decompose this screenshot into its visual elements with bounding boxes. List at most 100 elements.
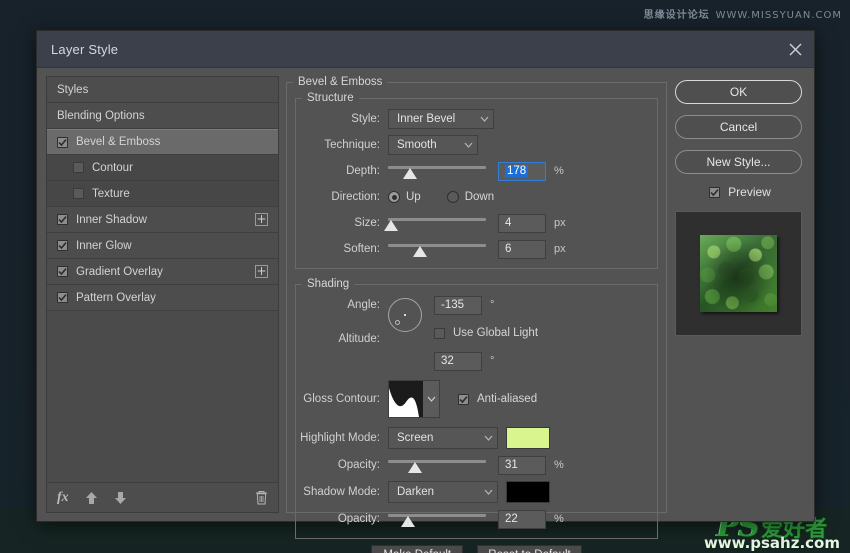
checkbox-contour[interactable]	[73, 162, 84, 173]
shadow-opacity-input[interactable]: 22	[498, 509, 546, 529]
make-default-button[interactable]: Make Default	[371, 545, 464, 553]
shadow-color-swatch[interactable]	[506, 481, 550, 503]
checkbox-gradient-overlay[interactable]	[57, 266, 68, 277]
shadow-opacity-slider[interactable]	[388, 510, 486, 529]
use-global-light-option[interactable]: Use Global Light	[434, 327, 538, 339]
sidebar-item-inner-shadow[interactable]: Inner Shadow +	[47, 207, 278, 233]
direction-up-label: Up	[406, 191, 421, 203]
sidebar-item-label: Inner Glow	[76, 239, 132, 252]
direction-label: Direction:	[331, 191, 380, 203]
arrow-up-icon[interactable]	[85, 491, 98, 505]
soften-slider-thumb[interactable]	[413, 245, 428, 257]
checkbox-texture[interactable]	[73, 188, 84, 199]
depth-slider[interactable]	[388, 162, 486, 181]
checkbox-anti-aliased[interactable]	[458, 393, 469, 405]
checkbox-use-global-light[interactable]	[434, 327, 445, 339]
watermark-top: 思缘设计论坛 WWW.MISSYUAN.COM	[644, 6, 842, 21]
gloss-contour-picker[interactable]	[388, 380, 440, 418]
checkbox-inner-shadow[interactable]	[57, 214, 68, 225]
close-icon[interactable]	[784, 38, 806, 60]
sidebar-item-pattern-overlay[interactable]: Pattern Overlay	[47, 285, 278, 311]
direction-down-option[interactable]: Down	[446, 191, 520, 203]
watermark-ps-url: www.psahz.com	[703, 534, 840, 552]
depth-input[interactable]: 178	[498, 161, 546, 181]
highlight-opacity-value: 31	[505, 459, 518, 471]
direction-row: Direction: Up Down	[296, 186, 647, 208]
chevron-down-icon	[474, 435, 493, 441]
technique-dropdown[interactable]: Smooth	[388, 135, 478, 155]
depth-unit: %	[554, 165, 564, 177]
sidebar-item-blending-options[interactable]: Blending Options	[47, 103, 278, 129]
angle-input[interactable]: -135	[434, 295, 482, 315]
highlight-opacity-thumb[interactable]	[408, 461, 423, 473]
size-input[interactable]: 4	[498, 213, 546, 233]
layer-style-dialog: Layer Style Styles Blending Options Beve…	[36, 30, 815, 553]
checkbox-inner-glow[interactable]	[57, 240, 68, 251]
angle-dial-marker[interactable]	[395, 320, 400, 325]
angle-label: Angle:	[347, 299, 380, 311]
size-slider[interactable]	[383, 214, 486, 233]
watermark-top-url: WWW.MISSYUAN.COM	[715, 10, 842, 21]
use-global-light-label: Use Global Light	[453, 327, 539, 339]
fx-icon[interactable]: fx	[57, 490, 69, 506]
sidebar-item-styles[interactable]: Styles	[47, 77, 278, 103]
dialog-titlebar: Layer Style	[37, 31, 814, 68]
add-inner-shadow-icon[interactable]: +	[255, 213, 268, 226]
structure-group: Structure Style: Inner Bevel Technique: …	[295, 92, 658, 269]
depth-label: Depth:	[346, 165, 380, 177]
bevel-emboss-group: Bevel & Emboss Structure Style: Inner Be…	[286, 76, 667, 553]
chevron-down-icon[interactable]	[423, 381, 439, 417]
soften-unit: px	[554, 243, 566, 255]
trash-icon[interactable]	[255, 490, 268, 505]
preview-label: Preview	[728, 185, 771, 199]
new-style-button[interactable]: New Style...	[675, 150, 802, 174]
reset-to-default-button[interactable]: Reset to Default	[477, 545, 582, 553]
sidebar-item-gradient-overlay[interactable]: Gradient Overlay +	[47, 259, 278, 285]
altitude-input[interactable]: 32	[434, 351, 482, 371]
direction-down-label: Down	[464, 191, 495, 203]
shadow-opacity-label: Opacity:	[337, 513, 380, 525]
shadow-opacity-value: 22	[505, 513, 518, 525]
shadow-mode-dropdown[interactable]: Darken	[388, 481, 498, 503]
technique-label: Technique:	[324, 139, 380, 151]
cancel-button[interactable]: Cancel	[675, 115, 802, 139]
preview-option[interactable]: Preview	[675, 185, 805, 199]
shadow-opacity-thumb[interactable]	[400, 515, 415, 527]
soften-slider[interactable]	[388, 240, 486, 259]
checkbox-bevel-emboss[interactable]	[57, 136, 68, 148]
radio-down[interactable]	[446, 191, 459, 203]
structure-group-title: Structure	[307, 92, 354, 104]
sidebar-item-texture[interactable]: Texture	[47, 181, 278, 207]
technique-row: Technique: Smooth	[296, 134, 647, 156]
highlight-mode-value: Screen	[397, 432, 434, 444]
sidebar-item-contour[interactable]: Contour	[47, 155, 278, 181]
direction-up-option[interactable]: Up	[388, 191, 447, 203]
size-slider-thumb[interactable]	[383, 219, 398, 231]
preview-leaf-shading	[700, 235, 777, 312]
highlight-mode-label: Highlight Mode:	[300, 432, 380, 444]
radio-up[interactable]	[388, 191, 400, 203]
highlight-opacity-slider[interactable]	[388, 456, 486, 475]
highlight-mode-dropdown[interactable]: Screen	[388, 427, 498, 449]
highlight-opacity-input[interactable]: 31	[498, 455, 546, 475]
checkbox-pattern-overlay[interactable]	[57, 292, 68, 303]
default-buttons: Make Default Reset to Default	[295, 545, 658, 553]
soften-row: Soften: 6 px	[296, 238, 647, 260]
sidebar-item-inner-glow[interactable]: Inner Glow	[47, 233, 278, 259]
add-gradient-overlay-icon[interactable]: +	[255, 265, 268, 278]
checkbox-preview[interactable]	[709, 186, 721, 198]
sidebar-item-bevel-emboss[interactable]: Bevel & Emboss	[47, 129, 278, 155]
ok-button[interactable]: OK	[675, 80, 802, 104]
style-dropdown[interactable]: Inner Bevel	[388, 109, 494, 129]
highlight-mode-row: Highlight Mode: Screen	[296, 426, 647, 450]
anti-aliased-option[interactable]: Anti-aliased	[458, 393, 537, 405]
depth-slider-thumb[interactable]	[402, 167, 417, 179]
gloss-contour-label: Gloss Contour:	[303, 393, 380, 405]
soften-input[interactable]: 6	[498, 239, 546, 259]
arrow-down-icon[interactable]	[114, 491, 127, 505]
highlight-color-swatch[interactable]	[506, 427, 550, 449]
technique-dropdown-value: Smooth	[397, 139, 437, 151]
size-label: Size:	[354, 217, 380, 229]
angle-dial[interactable]	[388, 298, 422, 332]
chevron-down-icon	[470, 116, 489, 122]
